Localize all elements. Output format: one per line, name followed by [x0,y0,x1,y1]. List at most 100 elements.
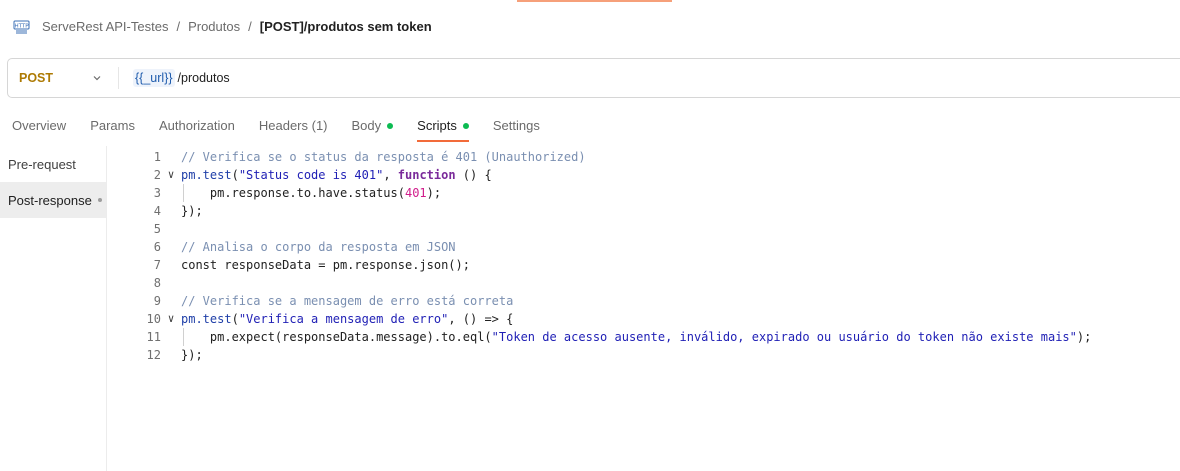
sidebar-item-label: Post-response [8,192,92,208]
code-token: // Verifica se a mensagem de erro está c… [181,294,514,308]
code-token: // Analisa o corpo da resposta em JSON [181,240,456,254]
method-select[interactable]: POST [8,59,118,97]
code-token: 401 [404,186,427,200]
line-number: 12 [146,348,161,362]
code-token: "Verifica a mensagem de erro" [238,312,449,326]
fold-gutter [161,148,181,166]
tab-authorization[interactable]: Authorization [159,112,235,142]
method-label: POST [19,71,54,85]
code-line[interactable]: 6 // Analisa o corpo da resposta em JSON [106,238,1180,256]
line-number: 3 [153,186,161,200]
line-number: 11 [146,330,161,344]
line-number: 7 [153,258,161,272]
status-dot [387,122,394,129]
code-line[interactable]: 11 pm.expect(responseData.message).to.eq… [106,328,1180,346]
code-token: "Token de acesso ausente, inválido, expi… [491,330,1077,344]
code-token: }); [181,204,203,218]
script-type-sidebar: Pre-request Post-response [0,146,107,471]
fold-chevron-icon[interactable]: ∨ [161,310,181,328]
tab-label: Settings [492,118,540,133]
tab-label: Authorization [158,118,235,133]
sidebar-item-label: Pre-request [8,156,76,172]
code-token: , () => { [448,312,514,326]
url-input[interactable]: {{_url}} /produtos [133,69,230,87]
fold-gutter [161,274,181,292]
tab-scripts[interactable]: Scripts [417,112,469,142]
breadcrumb-folder[interactable]: Produtos [188,19,240,34]
tab-headers[interactable]: Headers (1) [259,112,328,142]
code-text: }); [181,202,203,220]
code-text: pm.test("Status code is 401", function (… [181,166,492,184]
tab-label: Params [90,118,135,133]
code-text: pm.expect(responseData.message).to.eql("… [181,328,1091,346]
chevron-down-icon [93,76,101,81]
fold-gutter [161,238,181,256]
status-dot [462,122,469,129]
method-divider [118,67,119,89]
http-request-icon: HTTP [13,20,30,33]
code-token: const responseData = pm.response.json(); [181,258,470,272]
code-line[interactable]: 7 const responseData = pm.response.json()… [106,256,1180,274]
code-line[interactable]: 3 pm.response.to.have.status(401); [106,184,1180,202]
code-token: pm.expect(responseData.message).to.eql( [181,330,492,344]
line-number: 2 [153,168,161,182]
code-line[interactable]: 12}); [106,346,1180,364]
line-number: 8 [153,276,161,290]
breadcrumb-separator: / [248,18,252,34]
code-token: , [383,168,398,182]
code-text: const responseData = pm.response.json(); [181,256,470,274]
code-editor[interactable]: 1 // Verifica se o status da resposta é 4… [106,148,1180,364]
code-token: ); [426,186,442,200]
code-line[interactable]: 5 [106,220,1180,238]
breadcrumb-separator: / [176,18,181,34]
tab-params[interactable]: Params [90,112,135,142]
fold-gutter [161,292,181,310]
url-path[interactable]: /produtos [178,71,230,85]
line-number: 9 [153,294,161,308]
tab-settings[interactable]: Settings [493,112,540,142]
line-number: 4 [153,204,161,218]
code-token: // Verifica se o status da resposta é 40… [181,150,586,164]
fold-chevron-icon[interactable]: ∨ [161,166,181,184]
tab-label: Scripts [417,118,457,133]
tab-overview[interactable]: Overview [12,112,66,142]
sidebar-item-post-response[interactable]: Post-response [0,182,106,218]
code-token: function [397,168,456,182]
fold-gutter [161,256,181,274]
code-text: pm.test("Verifica a mensagem de erro", (… [181,310,513,328]
code-token: pm.test [181,168,232,182]
top-accent-line [517,0,672,2]
code-token: }); [181,348,203,362]
code-token: () { [455,168,492,182]
code-text: }); [181,346,203,364]
code-line[interactable]: 2 ∨ pm.test("Status code is 401", function… [106,166,1180,184]
sidebar-item-pre-request[interactable]: Pre-request [0,146,106,182]
fold-gutter [161,220,181,238]
line-number: 6 [153,240,161,254]
breadcrumb-request-name[interactable]: [POST]/produtos sem token [260,19,432,34]
line-number: 5 [153,222,161,236]
code-line[interactable]: 9 // Verifica se a mensagem de erro está … [106,292,1180,310]
fold-gutter [161,184,181,202]
fold-gutter [161,346,181,364]
code-text: pm.response.to.have.status(401); [181,184,441,202]
code-token: ( [231,168,239,182]
breadcrumb-collection[interactable]: ServeRest API-Testes [42,19,168,34]
code-line[interactable]: 1 // Verifica se o status da resposta é 4… [106,148,1180,166]
code-token: "Status code is 401" [238,168,384,182]
code-line[interactable]: 10 ∨ pm.test("Verifica a mensagem de erro"… [106,310,1180,328]
tab-label: Body [351,118,382,133]
line-number: 1 [153,150,161,164]
tab-body[interactable]: Body [352,112,394,142]
code-line[interactable]: 4}); [106,202,1180,220]
code-token: ); [1076,330,1092,344]
fold-gutter [161,202,181,220]
indent-guide [183,184,184,202]
code-token: ( [231,312,239,326]
url-variable[interactable]: {{_url}} [133,69,175,87]
modified-dot [97,198,102,202]
tab-label: Headers (1) [258,118,328,133]
code-token: pm.test [181,312,232,326]
request-url-bar: POST {{_url}} /produtos [7,58,1180,98]
code-line[interactable]: 8 [106,274,1180,292]
